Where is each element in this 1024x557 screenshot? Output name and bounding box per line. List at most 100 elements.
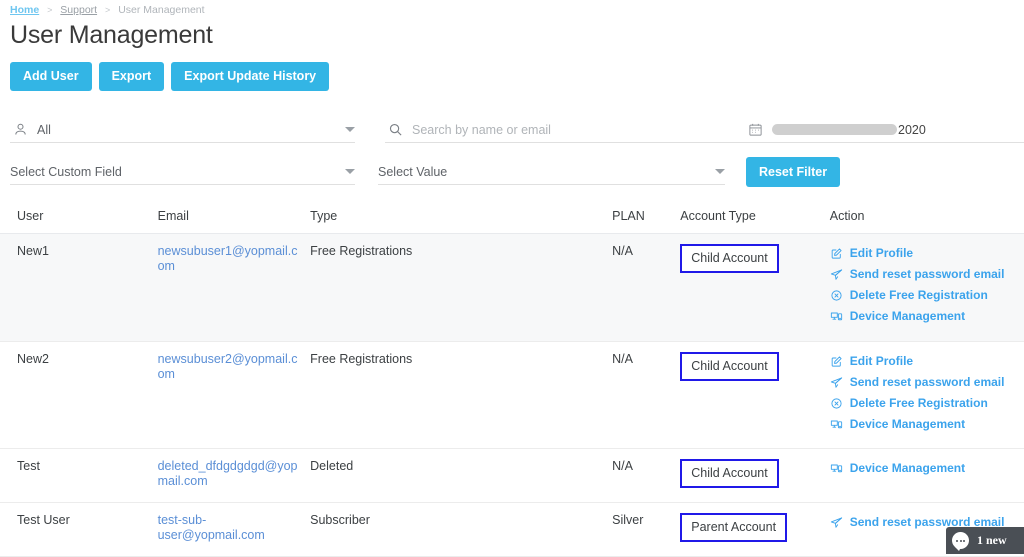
date-range-field[interactable]: 2020	[745, 117, 1024, 143]
cell-account-type: Child Account	[680, 448, 830, 503]
account-type-badge: Child Account	[680, 459, 779, 488]
device-icon	[830, 417, 844, 431]
user-type-value: All	[37, 122, 51, 137]
select-value-label: Select Value	[378, 164, 448, 179]
email-link[interactable]: newsubuser1@yopmail.com	[158, 244, 298, 273]
action-send-reset-password-email[interactable]: Send reset password email	[830, 265, 1018, 283]
breadcrumb: Home > Support > User Management	[0, 0, 1024, 17]
action-label: Send reset password email	[849, 375, 1005, 389]
column-header-account-type: Account Type	[680, 201, 830, 234]
search-icon	[385, 120, 405, 140]
action-edit-profile[interactable]: Edit Profile	[830, 352, 1018, 370]
delete-circle-icon	[830, 396, 844, 410]
cell-action: Device Management	[829, 448, 1024, 503]
action-delete-free-registration[interactable]: Delete Free Registration	[830, 394, 1018, 412]
column-header-plan: PLAN	[612, 201, 681, 234]
action-device-management[interactable]: Device Management	[830, 307, 1018, 325]
action-label: Delete Free Registration	[849, 396, 988, 410]
cell-user: Test	[0, 448, 158, 503]
cell-account-type: Child Account	[680, 233, 830, 342]
cell-email: deleted_dfdgdgdgd@yopmail.com	[157, 448, 311, 503]
delete-circle-icon	[830, 288, 844, 302]
cell-plan: Silver	[612, 502, 681, 557]
person-icon	[10, 120, 30, 140]
action-label: Device Management	[849, 461, 966, 475]
breadcrumb-item-support[interactable]: Support	[60, 4, 97, 16]
action-send-reset-password-email[interactable]: Send reset password email	[830, 373, 1018, 391]
cell-email: newsubuser1@yopmail.com	[157, 233, 311, 342]
email-link[interactable]: newsubuser2@yopmail.com	[158, 352, 298, 381]
export-update-history-button[interactable]: Export Update History	[171, 62, 330, 91]
column-header-type: Type	[310, 201, 613, 234]
custom-field-select[interactable]: Select Custom Field	[10, 159, 355, 185]
custom-field-value: Select Custom Field	[10, 164, 122, 179]
chevron-down-icon[interactable]	[345, 169, 355, 174]
action-list: Edit Profile Send reset password email Del…	[830, 352, 1018, 433]
device-icon	[830, 309, 844, 323]
select-value-dropdown[interactable]: Select Value	[378, 159, 725, 185]
search-input[interactable]: Search by name or email	[412, 123, 745, 137]
user-table: User Email Type PLAN Account Type Action…	[0, 201, 1024, 557]
chat-bubble-icon	[952, 532, 969, 551]
edit-profile-icon	[830, 354, 844, 368]
action-device-management[interactable]: Device Management	[830, 415, 1018, 433]
chat-widget-label: 1 new	[977, 533, 1007, 547]
action-edit-profile[interactable]: Edit Profile	[830, 244, 1018, 262]
account-type-badge: Child Account	[680, 244, 779, 273]
action-label: Edit Profile	[849, 354, 914, 368]
table-row: Test User test-sub-user@yopmail.com Subscr…	[0, 502, 1024, 557]
cell-account-type: Child Account	[680, 341, 830, 449]
action-label: Send reset password email	[849, 267, 1005, 281]
action-list: Edit Profile Send reset password email Del…	[830, 244, 1018, 325]
table-row: New1 newsubuser1@yopmail.com Free Registra…	[0, 233, 1024, 342]
cell-action: Edit Profile Send reset password email Del…	[829, 233, 1024, 342]
action-label: Delete Free Registration	[849, 288, 988, 302]
reset-filter-button[interactable]: Reset Filter	[746, 157, 841, 187]
cell-user: New2	[0, 341, 158, 449]
page-title: User Management	[10, 21, 213, 49]
search-field[interactable]: Search by name or email	[385, 117, 745, 143]
chevron-down-icon[interactable]	[345, 127, 355, 132]
breadcrumb-separator: >	[47, 5, 53, 15]
cell-user: New1	[0, 233, 158, 342]
cell-email: test-sub-user@yopmail.com	[157, 502, 311, 557]
action-delete-free-registration[interactable]: Delete Free Registration	[830, 286, 1018, 304]
device-icon	[830, 461, 844, 475]
send-email-icon	[830, 515, 844, 529]
add-user-button[interactable]: Add User	[10, 62, 92, 91]
table-body: New1 newsubuser1@yopmail.com Free Registra…	[0, 233, 1024, 557]
user-type-select[interactable]: All	[10, 117, 355, 143]
cell-action: Edit Profile Send reset password email Del…	[829, 341, 1024, 449]
account-type-badge: Parent Account	[680, 513, 788, 542]
breadcrumb-item-current: User Management	[118, 4, 205, 16]
cell-type: Subscriber	[310, 502, 613, 557]
export-button[interactable]: Export	[98, 62, 165, 91]
column-header-email: Email	[157, 201, 311, 234]
action-label: Edit Profile	[849, 246, 914, 260]
breadcrumb-item-home[interactable]: Home	[10, 4, 39, 16]
filter-bar: All Select Custom Field Search by name o…	[0, 111, 1024, 201]
cell-type: Free Registrations	[310, 341, 613, 449]
breadcrumb-separator: >	[105, 5, 111, 15]
chevron-down-icon[interactable]	[715, 169, 725, 174]
cell-user: Test User	[0, 502, 158, 557]
table-row: New2 newsubuser2@yopmail.com Free Registra…	[0, 341, 1024, 449]
cell-type: Free Registrations	[310, 233, 613, 342]
email-link[interactable]: test-sub-user@yopmail.com	[158, 513, 265, 542]
account-type-badge: Child Account	[680, 352, 779, 381]
column-header-action: Action	[829, 201, 1024, 234]
chat-widget[interactable]: 1 new	[946, 527, 1024, 554]
email-link[interactable]: deleted_dfdgdgdgd@yopmail.com	[158, 459, 298, 488]
cell-plan: N/A	[612, 341, 681, 449]
action-list: Device Management	[830, 459, 1018, 477]
calendar-icon	[745, 120, 765, 140]
action-device-management[interactable]: Device Management	[830, 459, 1018, 477]
send-email-icon	[830, 267, 844, 281]
cell-account-type: Parent Account	[680, 502, 830, 557]
redaction-bar	[772, 123, 897, 135]
action-label: Device Management	[849, 309, 966, 323]
toolbar: Add User Export Export Update History	[0, 51, 1024, 91]
cell-email: newsubuser2@yopmail.com	[157, 341, 311, 449]
cell-plan: N/A	[612, 448, 681, 503]
send-email-icon	[830, 375, 844, 389]
